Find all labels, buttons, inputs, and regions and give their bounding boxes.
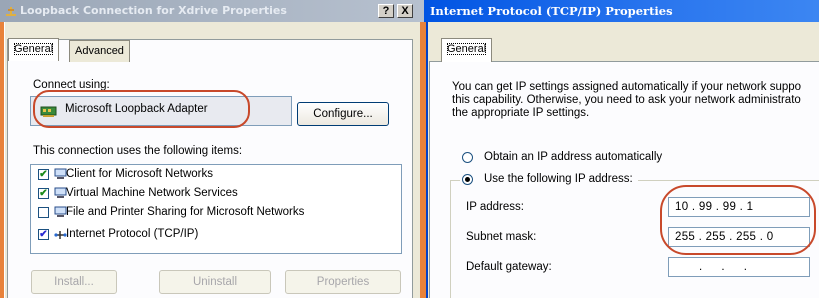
right-window-title-bar[interactable]: Internet Protocol (TCP/IP) Properties	[424, 0, 819, 22]
tab-tcpip-general-label: General	[447, 43, 487, 55]
tab-tcpip-general[interactable]: General	[441, 38, 493, 62]
file-sharing-checkbox[interactable]	[38, 207, 49, 218]
tab-advanced[interactable]: Advanced	[69, 40, 130, 62]
install-button[interactable]: Install...	[31, 270, 117, 294]
list-item-client[interactable]: Client for Microsoft Networks	[66, 168, 213, 180]
default-gateway-input[interactable]: . . .	[668, 257, 810, 277]
default-gateway-label: Default gateway:	[466, 261, 552, 273]
description-line-3: the appropriate IP settings.	[452, 107, 590, 119]
list-item-vm-services[interactable]: Virtual Machine Network Services	[66, 187, 238, 199]
right-window-title: Internet Protocol (TCP/IP) Properties	[430, 4, 673, 18]
left-window-title: Loopback Connection for Xdrive Propertie…	[20, 4, 287, 17]
list-item-file-sharing[interactable]: File and Printer Sharing for Microsoft N…	[66, 206, 304, 218]
description-line-2: this capability. Otherwise, you need to …	[452, 94, 801, 106]
close-button[interactable]: X	[397, 4, 413, 18]
radio-obtain-automatically[interactable]	[462, 152, 473, 163]
properties-button[interactable]: Properties	[285, 270, 401, 294]
tab-general-label: General	[14, 43, 54, 55]
tab-general[interactable]: General	[8, 38, 60, 61]
radio-obtain-automatically-label[interactable]: Obtain an IP address automatically	[484, 151, 662, 163]
client-checkbox[interactable]: ✔	[38, 169, 49, 180]
radio-use-following-label[interactable]: Use the following IP address:	[484, 173, 633, 185]
help-button[interactable]: ?	[378, 4, 394, 18]
left-window-title-bar[interactable]: Loopback Connection for Xdrive Propertie…	[0, 0, 424, 22]
subnet-mask-label: Subnet mask:	[466, 231, 537, 243]
uninstall-button[interactable]: Uninstall	[159, 270, 271, 294]
adapter-annotation-ellipse	[33, 90, 250, 128]
list-item-tcpip[interactable]: Internet Protocol (TCP/IP)	[66, 228, 198, 240]
ip-annotation-ellipse	[660, 185, 816, 255]
ip-address-label: IP address:	[466, 201, 524, 213]
vm-services-checkbox[interactable]: ✔	[38, 188, 49, 199]
network-connection-icon	[6, 7, 16, 16]
radio-use-following[interactable]	[462, 174, 473, 185]
description-line-1: You can get IP settings assigned automat…	[452, 81, 802, 93]
items-label: This connection uses the following items…	[33, 145, 243, 157]
configure-button[interactable]: Configure...	[297, 102, 389, 126]
tcpip-checkbox[interactable]: ✔	[38, 229, 49, 240]
tab-advanced-label: Advanced	[75, 45, 124, 57]
